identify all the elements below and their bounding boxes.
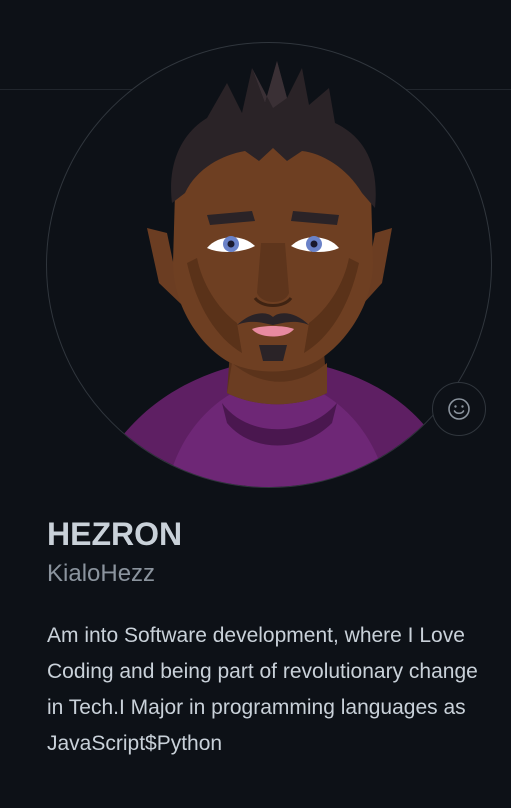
profile-name: HEZRON <box>47 516 183 552</box>
profile-username: KialoHezz <box>47 560 156 587</box>
profile-avatar[interactable] <box>46 42 492 488</box>
set-status-button[interactable] <box>432 382 486 436</box>
cartoon-avatar-icon <box>97 61 447 487</box>
profile-bio: Am into Software development, where I Lo… <box>47 624 478 755</box>
smiley-icon <box>448 398 470 420</box>
